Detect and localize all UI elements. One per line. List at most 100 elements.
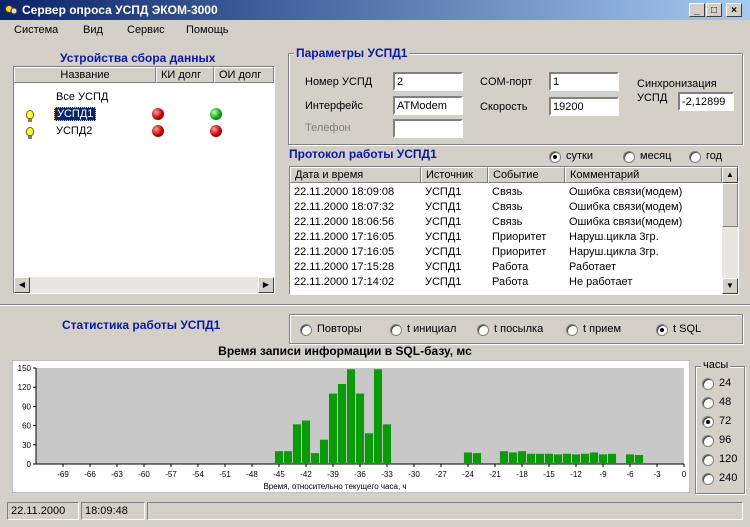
chart-bar	[346, 369, 356, 464]
chart-bar	[337, 384, 347, 464]
protocol-cell: УСПД1	[425, 276, 462, 288]
hours-option-label[interactable]: 48	[719, 396, 731, 408]
hours-radio[interactable]	[702, 473, 714, 485]
chart-bar	[328, 393, 338, 464]
chart-bar	[634, 455, 644, 464]
scroll-up-button[interactable]: ▲	[722, 167, 738, 183]
period-day-radio[interactable]	[549, 151, 561, 163]
chart-bar	[544, 453, 554, 464]
hours-radio[interactable]	[702, 378, 714, 390]
device-item-uspd2[interactable]: УСПД2	[56, 125, 92, 137]
number-field[interactable]: 2	[393, 72, 463, 91]
menu-view[interactable]: Вид	[83, 24, 103, 36]
menu-service[interactable]: Сервис	[127, 24, 165, 36]
protocol-cell: УСПД1	[425, 261, 462, 273]
protocol-cell: УСПД1	[425, 201, 462, 213]
mode-init-radio[interactable]	[390, 324, 402, 336]
scroll-right-button[interactable]: ▶	[258, 277, 274, 293]
y-tick-label: 30	[22, 441, 31, 450]
phone-field[interactable]	[393, 119, 463, 138]
splitter[interactable]	[0, 304, 750, 306]
hours-option-label[interactable]: 96	[719, 434, 731, 446]
x-tick-label: -27	[435, 470, 447, 479]
devices-col-ki[interactable]: КИ долг	[156, 67, 214, 83]
mode-receive-radio[interactable]	[566, 324, 578, 336]
devices-hscrollbar[interactable]: ◀ ▶	[14, 277, 274, 293]
bulb-icon	[26, 110, 34, 122]
chart-bar	[319, 439, 329, 464]
protocol-cell: Не работает	[569, 276, 633, 288]
mode-init-label[interactable]: t инициал	[407, 323, 456, 335]
protocol-cell: 22.11.2000 18:07:32	[294, 201, 395, 213]
chart-bar	[571, 454, 581, 464]
mode-repeats-radio[interactable]	[300, 324, 312, 336]
mode-receive-label[interactable]: t прием	[583, 323, 621, 335]
chart-bar	[580, 453, 590, 464]
device-item-uspd1[interactable]: УСПД1	[54, 107, 97, 121]
period-day-label[interactable]: сутки	[566, 150, 593, 162]
com-port-field[interactable]: 1	[549, 72, 619, 91]
mode-sql-label[interactable]: t SQL	[673, 323, 701, 335]
protocol-cell: 22.11.2000 17:16:05	[294, 231, 395, 243]
protocol-cell: 22.11.2000 17:16:05	[294, 246, 395, 258]
devices-col-name[interactable]: Название	[14, 67, 156, 83]
mode-send-radio[interactable]	[477, 324, 489, 336]
mode-repeats-label[interactable]: Повторы	[317, 323, 362, 335]
chart-bar	[598, 454, 608, 464]
x-tick-label: -15	[543, 470, 555, 479]
protocol-cell: 22.11.2000 18:09:08	[294, 186, 395, 198]
period-year-label[interactable]: год	[706, 150, 722, 162]
minimize-button[interactable]: _	[689, 3, 705, 17]
hours-radio[interactable]	[702, 435, 714, 447]
period-month-label[interactable]: месяц	[640, 150, 671, 162]
chart-bar	[274, 451, 284, 464]
device-item-all[interactable]: Все УСПД	[56, 91, 108, 103]
hours-option-label[interactable]: 24	[719, 377, 731, 389]
phone-label: Телефон	[305, 122, 351, 134]
hours-option-label[interactable]: 240	[719, 472, 737, 484]
devices-list: Название КИ долг ОИ долг Все УСПД УСПД1 …	[13, 66, 275, 294]
scroll-down-button[interactable]: ▼	[722, 278, 738, 294]
close-button[interactable]: ×	[726, 3, 742, 17]
protocol-col-source[interactable]: Источник	[421, 167, 488, 183]
hours-radio[interactable]	[702, 397, 714, 409]
chart-bar	[508, 452, 518, 464]
mode-sql-radio[interactable]	[656, 324, 668, 336]
chart-bar	[283, 451, 293, 464]
scroll-thumb[interactable]	[722, 183, 738, 227]
protocol-cell: Наруш.цикла 3гр.	[569, 231, 659, 243]
chart-bar	[301, 420, 311, 464]
devices-title: Устройства сбора данных	[60, 51, 216, 65]
interface-label: Интерфейс	[305, 100, 363, 112]
x-tick-label: -60	[138, 470, 150, 479]
menu-help[interactable]: Помощь	[186, 24, 229, 36]
protocol-vscrollbar[interactable]: ▲ ▼	[722, 167, 738, 294]
chart-bar	[535, 453, 545, 464]
sync-field[interactable]: -2,12899	[678, 92, 734, 111]
protocol-cell: Ошибка связи(модем)	[569, 186, 683, 198]
ki-status-led	[152, 125, 164, 137]
hours-option-label[interactable]: 120	[719, 453, 737, 465]
period-year-radio[interactable]	[689, 151, 701, 163]
x-axis-label: Время, относительно текущего часа, ч	[263, 482, 406, 491]
period-month-radio[interactable]	[623, 151, 635, 163]
protocol-col-event[interactable]: Событие	[488, 167, 565, 183]
hours-option-label[interactable]: 72	[719, 415, 731, 427]
scroll-left-button[interactable]: ◀	[14, 277, 30, 293]
hours-radio[interactable]	[702, 454, 714, 466]
devices-col-oi[interactable]: ОИ долг	[214, 67, 274, 83]
chart-bar	[526, 453, 536, 464]
protocol-cell: Работа	[492, 261, 529, 273]
protocol-col-datetime[interactable]: Дата и время	[290, 167, 421, 183]
x-tick-label: -3	[653, 470, 661, 479]
menu-bar: Система Вид Сервис Помощь	[0, 20, 750, 40]
interface-field[interactable]: ATModem	[393, 96, 463, 115]
speed-field[interactable]: 19200	[549, 97, 619, 116]
protocol-cell: Работает	[569, 261, 617, 273]
menu-system[interactable]: Система	[14, 24, 58, 36]
maximize-button[interactable]: □	[706, 3, 722, 17]
protocol-col-comment[interactable]: Комментарий	[565, 167, 722, 183]
mode-send-label[interactable]: t посылка	[494, 323, 543, 335]
hours-radio[interactable]	[702, 416, 714, 428]
protocol-title: Протокол работы УСПД1	[289, 147, 437, 161]
